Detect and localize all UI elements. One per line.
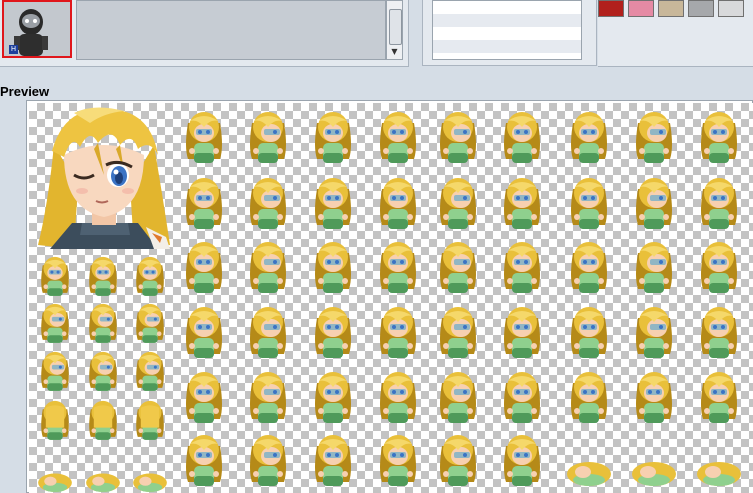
character-sprite <box>308 173 358 238</box>
character-sprite <box>83 449 123 493</box>
character-sprite <box>243 173 293 238</box>
character-sprite <box>694 430 744 493</box>
character-sprite <box>433 302 483 367</box>
character-sprite <box>179 367 229 432</box>
character-sprite <box>308 430 358 493</box>
options-list[interactable] <box>432 0 582 60</box>
preview-header: Preview <box>0 72 753 100</box>
character-sprite <box>564 430 614 493</box>
character-sprite <box>35 300 75 351</box>
character-sprite <box>308 107 358 172</box>
character-sprite <box>497 302 547 367</box>
color-swatch-gray[interactable] <box>688 0 714 17</box>
character-sprite <box>373 107 423 172</box>
color-palette-panel <box>598 0 753 67</box>
character-sprite <box>308 237 358 302</box>
selected-character-thumbnail[interactable]: H <box>2 0 72 58</box>
list-scrollbar[interactable]: ▼ <box>386 0 403 60</box>
character-sprite <box>629 430 679 493</box>
character-sprite <box>130 300 170 351</box>
character-sprite <box>433 173 483 238</box>
character-sprite <box>694 237 744 302</box>
character-sprite <box>35 449 75 493</box>
character-sprite <box>243 237 293 302</box>
character-sprite <box>373 302 423 367</box>
character-sprite <box>179 237 229 302</box>
preview-canvas <box>29 103 753 493</box>
character-sprite <box>564 173 614 238</box>
character-sprite <box>243 367 293 432</box>
character-sprite <box>497 367 547 432</box>
character-sprite <box>629 302 679 367</box>
scrollbar-thumb[interactable] <box>389 9 402 45</box>
character-sprite <box>35 253 75 304</box>
character-sprite <box>497 430 547 493</box>
character-list[interactable] <box>76 0 386 60</box>
character-sprite <box>179 430 229 493</box>
color-swatch-pink[interactable] <box>628 0 654 17</box>
character-sprite <box>373 237 423 302</box>
character-sprite <box>694 367 744 432</box>
character-sprite <box>308 367 358 432</box>
scroll-down-icon[interactable]: ▼ <box>387 45 402 59</box>
character-sprite <box>629 173 679 238</box>
character-sprite <box>433 430 483 493</box>
character-sprite <box>243 302 293 367</box>
character-sprite <box>497 107 547 172</box>
character-sprite <box>373 173 423 238</box>
character-sprite <box>629 367 679 432</box>
character-sprite <box>433 237 483 302</box>
character-sprite <box>35 397 75 448</box>
character-sprite <box>243 430 293 493</box>
character-sprite <box>433 367 483 432</box>
character-sprite <box>564 237 614 302</box>
character-sprite <box>35 348 75 399</box>
character-list-panel: H ▼ <box>0 0 409 67</box>
character-sprite <box>83 253 123 304</box>
character-sprite <box>130 397 170 448</box>
character-sprite <box>694 107 744 172</box>
character-sprite <box>373 367 423 432</box>
character-sprite <box>179 302 229 367</box>
character-sprite <box>308 302 358 367</box>
character-sprite <box>179 173 229 238</box>
character-sprite <box>83 300 123 351</box>
character-sprite <box>130 449 170 493</box>
character-face-portrait <box>38 107 170 249</box>
character-sprite <box>433 107 483 172</box>
character-sprite <box>243 107 293 172</box>
preview-title: Preview <box>0 84 50 99</box>
color-swatch-light-gray[interactable] <box>718 0 744 17</box>
color-swatch-tan[interactable] <box>658 0 684 17</box>
character-sprite <box>694 173 744 238</box>
thumbnail-badge: H <box>9 45 18 54</box>
character-sprite <box>83 348 123 399</box>
character-sprite <box>179 107 229 172</box>
character-sprite <box>373 430 423 493</box>
options-panel <box>422 0 597 66</box>
character-sprite <box>629 237 679 302</box>
color-swatch-red[interactable] <box>598 0 624 17</box>
character-sprite <box>694 302 744 367</box>
character-sprite <box>564 107 614 172</box>
character-sprite <box>564 302 614 367</box>
character-sprite <box>130 348 170 399</box>
character-sprite <box>629 107 679 172</box>
character-sprite <box>83 397 123 448</box>
character-sprite <box>130 253 170 304</box>
character-sprite <box>497 237 547 302</box>
character-sprite <box>564 367 614 432</box>
character-sprite <box>497 173 547 238</box>
